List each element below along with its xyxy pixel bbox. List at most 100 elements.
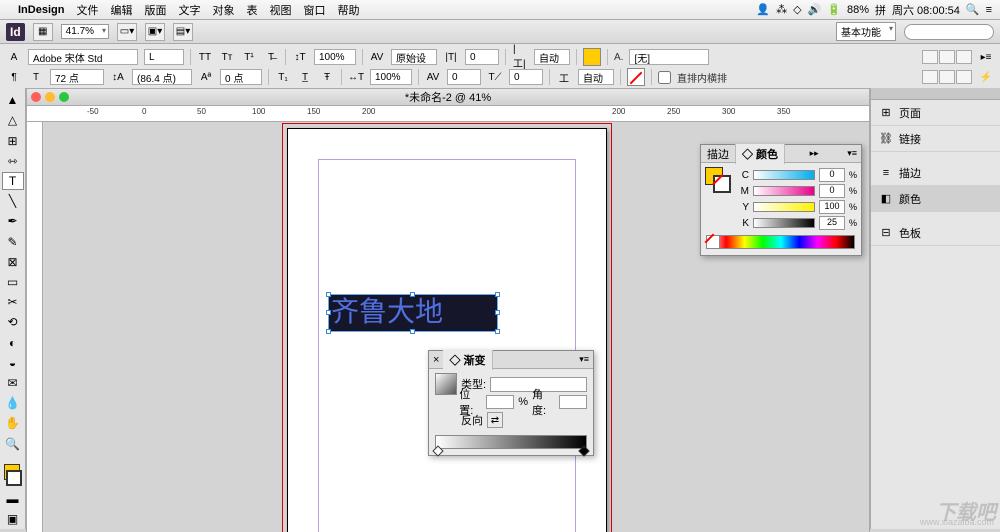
menu-extras-icon[interactable]: ≡ bbox=[986, 4, 992, 16]
ime-indicator[interactable]: 拼 bbox=[875, 2, 886, 18]
reverse-button[interactable]: ⇄ bbox=[487, 412, 503, 428]
fill-stroke-toggle[interactable] bbox=[2, 462, 24, 487]
dock-links[interactable]: ⛓ 链接 bbox=[871, 126, 1000, 152]
direct-selection-tool[interactable]: △ bbox=[2, 111, 24, 129]
stroke-tab[interactable]: 描边 bbox=[701, 144, 736, 164]
battery-icon[interactable]: 🔋 bbox=[827, 3, 841, 16]
bluetooth-icon[interactable]: ⁂ bbox=[776, 3, 787, 16]
m-slider[interactable] bbox=[753, 186, 815, 196]
line-tool[interactable]: ╲ bbox=[2, 192, 24, 210]
user-icon[interactable]: 👤 bbox=[756, 3, 770, 16]
menu-table[interactable]: 表 bbox=[246, 2, 257, 18]
align-middle-button[interactable] bbox=[939, 50, 955, 64]
tatechuyoko-checkbox[interactable] bbox=[658, 71, 671, 84]
horizontal-ruler[interactable]: -50 0 50 100 150 200 200 250 300 350 bbox=[26, 106, 870, 122]
kerning-field[interactable]: 原始设 bbox=[391, 49, 437, 65]
fill-swatch[interactable] bbox=[583, 48, 601, 66]
vertical-ruler[interactable] bbox=[27, 122, 43, 532]
stroke-proxy[interactable] bbox=[713, 175, 731, 193]
underline-icon[interactable]: T̲ bbox=[297, 69, 313, 85]
menu-view[interactable]: 视图 bbox=[269, 2, 291, 18]
fill-stroke-proxy[interactable] bbox=[705, 167, 731, 193]
menu-edit[interactable]: 编辑 bbox=[110, 2, 132, 18]
align-bottom-button[interactable] bbox=[956, 50, 972, 64]
tracking-field[interactable]: 0 bbox=[447, 69, 481, 85]
zoom-dropdown[interactable]: 41.7% bbox=[61, 24, 109, 39]
angle-field[interactable] bbox=[559, 395, 587, 409]
para-mode-icon[interactable]: ¶ bbox=[6, 69, 22, 85]
gradient-menu-icon[interactable]: ▾≡ bbox=[575, 354, 593, 365]
strikethrough-icon[interactable]: T̶ bbox=[263, 49, 279, 65]
gradient-stop-start[interactable] bbox=[432, 445, 443, 456]
hscale-field[interactable]: 100% bbox=[314, 49, 356, 65]
menu-help[interactable]: 帮助 bbox=[337, 2, 359, 18]
pencil-tool[interactable]: ✎ bbox=[2, 232, 24, 250]
scissors-tool[interactable]: ✂ bbox=[2, 293, 24, 311]
text-content[interactable]: 齐鲁大地 bbox=[329, 295, 497, 331]
panel-menu-icon[interactable]: ▾≡ bbox=[843, 148, 861, 159]
align-justify-button[interactable] bbox=[922, 70, 938, 84]
flyout-icon[interactable]: ▸≡ bbox=[978, 49, 994, 65]
menu-layout[interactable]: 版面 bbox=[144, 2, 166, 18]
font-style-field[interactable]: L bbox=[144, 49, 184, 65]
zoom-tool[interactable]: 🔍 bbox=[2, 434, 24, 452]
gradient-tab[interactable]: ◇ 渐变 bbox=[443, 350, 492, 370]
arrange-button[interactable]: ▤▾ bbox=[173, 23, 193, 41]
gradient-ramp[interactable] bbox=[435, 435, 587, 449]
gradient-feather-tool[interactable]: ◒ bbox=[2, 354, 24, 372]
eyedropper-tool[interactable]: 💧 bbox=[2, 394, 24, 412]
tt-icon[interactable]: TT bbox=[197, 49, 213, 65]
wifi-icon[interactable]: ◇ bbox=[793, 3, 801, 16]
y-value[interactable]: 100 bbox=[819, 200, 845, 214]
subscript-icon[interactable]: T₁ bbox=[275, 69, 291, 85]
menu-type[interactable]: 文字 bbox=[178, 2, 200, 18]
auto1-field[interactable]: 自动 bbox=[534, 49, 570, 65]
text-frame[interactable]: 齐鲁大地 bbox=[328, 294, 498, 332]
pen-tool[interactable]: ✒ bbox=[2, 212, 24, 230]
dock-swatches[interactable]: ⊟ 色板 bbox=[871, 220, 1000, 246]
page[interactable]: 齐鲁大地 bbox=[287, 128, 607, 532]
app-name[interactable]: InDesign bbox=[18, 4, 64, 16]
c-value[interactable]: 0 bbox=[819, 168, 845, 182]
rectangle-tool[interactable]: ▭ bbox=[2, 273, 24, 291]
minimize-button[interactable] bbox=[45, 92, 55, 102]
page-tool[interactable]: ⊞ bbox=[2, 131, 24, 149]
dock-stroke[interactable]: ≡ 描边 bbox=[871, 160, 1000, 186]
position-field[interactable] bbox=[486, 395, 514, 409]
apply-color-button[interactable]: ▬ bbox=[2, 490, 24, 508]
color-tab[interactable]: ◇ 颜色 bbox=[736, 144, 785, 164]
auto2-field[interactable]: 自动 bbox=[578, 69, 614, 85]
leading-field[interactable]: (86.4 点) bbox=[132, 69, 192, 85]
c-slider[interactable] bbox=[753, 170, 815, 180]
hand-tool[interactable]: ✋ bbox=[2, 414, 24, 432]
view-mode-button[interactable]: ▭▾ bbox=[117, 23, 137, 41]
align-right-button[interactable] bbox=[956, 70, 972, 84]
selection-tool[interactable]: ▲ bbox=[2, 91, 24, 109]
menu-window[interactable]: 窗口 bbox=[303, 2, 325, 18]
color-panel[interactable]: 描边 ◇ 颜色 ▸▸ ▾≡ C 0 % M 0 % bbox=[700, 144, 862, 256]
search-input[interactable] bbox=[904, 24, 994, 40]
screen-mode-button[interactable]: ▣▾ bbox=[145, 23, 165, 41]
spectrum-ramp[interactable] bbox=[707, 235, 855, 249]
vscale-field[interactable]: 100% bbox=[370, 69, 412, 85]
font-size-field[interactable]: 72 点 bbox=[50, 69, 104, 85]
m-value[interactable]: 0 bbox=[819, 184, 845, 198]
gradient-tool[interactable]: ◐ bbox=[2, 333, 24, 351]
k-slider[interactable] bbox=[753, 218, 815, 228]
align-top-button[interactable] bbox=[922, 50, 938, 64]
dock-header[interactable] bbox=[871, 88, 1000, 100]
baseline-field[interactable]: 0 点 bbox=[220, 69, 262, 85]
skew-field[interactable]: 0 bbox=[509, 69, 543, 85]
note-tool[interactable]: ✉ bbox=[2, 374, 24, 392]
type-tool[interactable]: T bbox=[2, 172, 24, 190]
menu-object[interactable]: 对象 bbox=[212, 2, 234, 18]
close-button[interactable] bbox=[31, 92, 41, 102]
superscript-icon[interactable]: T¹ bbox=[241, 49, 257, 65]
none-swatch[interactable] bbox=[706, 235, 720, 249]
spotlight-icon[interactable]: 🔍 bbox=[966, 3, 980, 16]
lightning-icon[interactable]: ⚡ bbox=[978, 69, 994, 85]
panel-close-icon[interactable]: × bbox=[429, 352, 443, 368]
panel-collapse-icon[interactable]: ▸▸ bbox=[806, 148, 823, 159]
charstyle-field[interactable]: [无] bbox=[629, 49, 709, 65]
align-center-button[interactable] bbox=[939, 70, 955, 84]
